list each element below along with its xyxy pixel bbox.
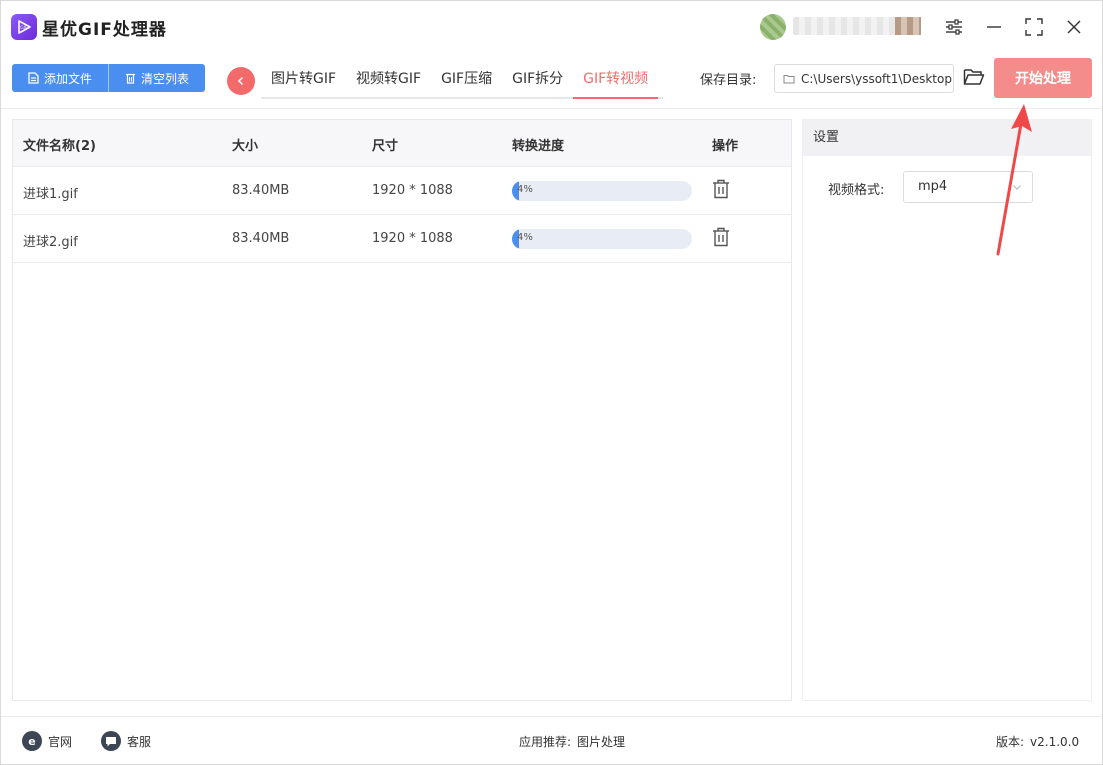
file-name: 进球1.gif (23, 187, 78, 202)
table-header: 文件名称(2) 大小 尺寸 转换进度 操作 (13, 120, 791, 167)
add-file-button[interactable]: 添加文件 (12, 64, 108, 92)
app-logo-icon: GIF (11, 14, 37, 40)
video-format-label: 视频格式: (828, 183, 885, 198)
file-dimensions: 1920 * 1088 (372, 183, 453, 198)
tab-gif-split[interactable]: GIF拆分 (502, 61, 573, 97)
annotation-arrow-icon (996, 104, 1032, 256)
title-bar: GIF 星优GIF处理器 (1, 1, 1102, 51)
version-label: 版本: (996, 735, 1025, 749)
app-logo-text: GIF (20, 25, 28, 31)
header-action: 操作 (712, 139, 739, 154)
app-recommend: 应用推荐: 图片处理 (519, 733, 625, 750)
customer-service-link[interactable]: 客服 (101, 731, 151, 751)
add-file-label: 添加文件 (43, 71, 92, 86)
trash-icon (125, 73, 135, 84)
footer: e 官网 客服 应用推荐: 图片处理 版本: v2.1.0.0 (1, 716, 1102, 764)
tab-video-to-gif[interactable]: 视频转GIF (346, 61, 431, 97)
file-name: 进球2.gif (23, 235, 78, 250)
close-icon[interactable] (1061, 14, 1087, 40)
browser-e-icon: e (22, 731, 42, 751)
folder-icon (783, 74, 795, 83)
save-dir-field[interactable]: C:\Users\yssoft1\Desktop (774, 64, 954, 93)
progress-text: 4% (517, 232, 533, 243)
progress-bar: 4% (512, 229, 692, 249)
website-link[interactable]: e 官网 (22, 731, 72, 751)
header-file-name[interactable]: 文件名称(2) (23, 135, 96, 154)
website-label: 官网 (48, 734, 73, 749)
folder-open-icon[interactable] (963, 67, 985, 89)
settings-title: 设置 (803, 120, 1091, 156)
video-format-value: mp4 (918, 179, 948, 194)
chat-bubble-icon (101, 731, 121, 751)
file-size: 83.40MB (232, 231, 290, 246)
trash-icon[interactable] (712, 227, 732, 249)
sliders-icon[interactable] (941, 14, 967, 40)
header-progress: 转换进度 (512, 139, 565, 154)
recommend-label: 应用推荐: (519, 735, 572, 749)
table-row[interactable]: 进球1.gif 83.40MB 1920 * 1088 4% (13, 167, 791, 215)
chevron-left-icon[interactable] (227, 67, 255, 95)
user-avatar[interactable] (760, 14, 786, 40)
header-dimensions[interactable]: 尺寸 (372, 135, 398, 154)
file-add-icon (28, 72, 39, 84)
progress-text: 4% (517, 184, 533, 195)
start-process-button[interactable]: 开始处理 (994, 58, 1092, 98)
settings-panel: 设置 视频格式: mp4 (802, 119, 1092, 701)
tab-gif-compress[interactable]: GIF压缩 (431, 61, 502, 97)
file-button-group: 添加文件 清空列表 (12, 64, 205, 92)
maximize-icon[interactable] (1021, 14, 1047, 40)
version-value: v2.1.0.0 (1030, 734, 1080, 749)
progress-bar: 4% (512, 181, 692, 201)
recommend-link[interactable]: 图片处理 (577, 733, 625, 750)
clear-list-button[interactable]: 清空列表 (109, 64, 205, 92)
user-name-blurred[interactable] (793, 17, 921, 35)
tool-tabs: 图片转GIF 视频转GIF GIF压缩 GIF拆分 GIF转视频 (261, 61, 663, 99)
save-dir-label: 保存目录: (700, 73, 757, 88)
toolbar-divider (1, 108, 1102, 109)
save-dir-value: C:\Users\yssoft1\Desktop (801, 71, 952, 86)
tab-image-to-gif[interactable]: 图片转GIF (261, 61, 346, 97)
table-row[interactable]: 进球2.gif 83.40MB 1920 * 1088 4% (13, 215, 791, 263)
file-table: 文件名称(2) 大小 尺寸 转换进度 操作 进球1.gif 83.40MB 19… (12, 119, 792, 701)
minimize-icon[interactable] (981, 14, 1007, 40)
clear-list-label: 清空列表 (140, 71, 189, 86)
tab-gif-to-video[interactable]: GIF转视频 (573, 61, 659, 99)
file-size: 83.40MB (232, 183, 290, 198)
header-size[interactable]: 大小 (232, 135, 258, 154)
service-label: 客服 (127, 734, 152, 749)
file-dimensions: 1920 * 1088 (372, 231, 453, 246)
version-info: 版本: v2.1.0.0 (996, 733, 1079, 750)
app-title: 星优GIF处理器 (42, 20, 167, 40)
trash-icon[interactable] (712, 179, 732, 201)
app-window: GIF 星优GIF处理器 添加文件 清空列表 图片转GIF 视频转GIF GIF… (0, 0, 1103, 765)
